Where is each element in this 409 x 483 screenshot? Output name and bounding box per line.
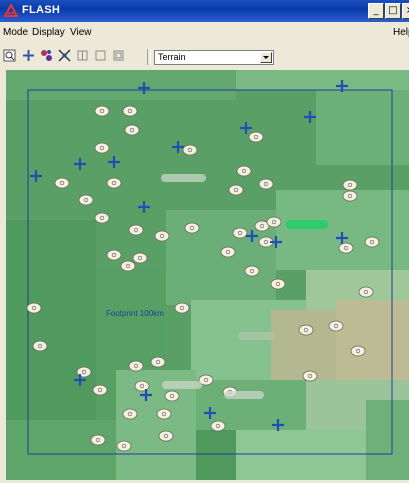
sensor-node-icon[interactable] xyxy=(248,131,264,143)
minimize-button[interactable]: _ xyxy=(368,3,384,19)
footprint-label: Footprint 100km xyxy=(106,309,164,318)
sensor-node-icon[interactable] xyxy=(106,249,122,261)
sensor-node-icon[interactable] xyxy=(90,434,106,446)
maximize-button[interactable]: □ xyxy=(385,3,401,19)
sensor-node-icon[interactable] xyxy=(158,430,174,442)
toolbar: Terrain xyxy=(0,46,409,68)
sensor-node-icon[interactable] xyxy=(236,165,252,177)
sensor-node-icon[interactable] xyxy=(174,302,190,314)
title-bar[interactable]: FLASH _ □ × xyxy=(0,0,409,22)
grid-tool-icon[interactable] xyxy=(76,49,89,62)
menu-view[interactable]: View xyxy=(70,27,92,38)
menu-help[interactable]: Help xyxy=(393,27,409,38)
sensor-node-icon[interactable] xyxy=(122,408,138,420)
window-title: FLASH xyxy=(22,4,61,16)
sensor-node-icon[interactable] xyxy=(232,227,248,239)
sensor-node-icon[interactable] xyxy=(302,370,318,382)
menu-display[interactable]: Display xyxy=(32,27,65,38)
sensor-node-icon[interactable] xyxy=(94,142,110,154)
sensor-node-icon[interactable] xyxy=(228,184,244,196)
terrain-tiles xyxy=(6,70,409,480)
sensor-node-icon[interactable] xyxy=(358,286,374,298)
sensor-node-icon[interactable] xyxy=(184,222,200,234)
track-label-blob xyxy=(161,174,206,182)
sensor-node-icon[interactable] xyxy=(350,345,366,357)
sensor-node-icon[interactable] xyxy=(92,384,108,396)
menu-bar: Mode Display View Help xyxy=(0,24,409,42)
chevron-down-icon[interactable] xyxy=(260,52,272,63)
sensor-node-icon[interactable] xyxy=(182,144,198,156)
sensor-node-icon[interactable] xyxy=(342,179,358,191)
sensor-node-icon[interactable] xyxy=(78,194,94,206)
sensor-node-icon[interactable] xyxy=(266,216,282,228)
close-button[interactable]: × xyxy=(402,3,409,19)
track-label-blob xyxy=(162,381,202,389)
link-tool-icon[interactable] xyxy=(58,49,71,62)
sensor-node-icon[interactable] xyxy=(164,390,180,402)
sensor-node-icon[interactable] xyxy=(132,252,148,264)
box-tool-icon[interactable] xyxy=(94,49,107,62)
terrain-map[interactable]: Footprint 100km xyxy=(6,70,409,480)
toolbar-separator xyxy=(147,49,151,65)
sensor-node-icon[interactable] xyxy=(32,340,48,352)
node-tool-icon[interactable] xyxy=(22,49,35,62)
sensor-node-icon[interactable] xyxy=(298,324,314,336)
sensor-node-icon[interactable] xyxy=(116,440,132,452)
sensor-node-icon[interactable] xyxy=(328,320,344,332)
layer-select[interactable]: Terrain xyxy=(154,50,274,65)
sensor-node-icon[interactable] xyxy=(150,356,166,368)
app-logo-icon xyxy=(4,4,18,17)
sensor-node-icon[interactable] xyxy=(210,420,226,432)
sensor-node-icon[interactable] xyxy=(54,177,70,189)
sensor-node-icon[interactable] xyxy=(364,236,380,248)
sensor-node-icon[interactable] xyxy=(154,230,170,242)
sensor-node-icon[interactable] xyxy=(26,302,42,314)
layer-select-value: Terrain xyxy=(158,52,186,62)
sensor-node-icon[interactable] xyxy=(122,105,138,117)
sensor-node-icon[interactable] xyxy=(244,265,260,277)
sensor-node-icon[interactable] xyxy=(124,124,140,136)
menu-mode[interactable]: Mode xyxy=(3,27,28,38)
sensor-node-icon[interactable] xyxy=(270,278,286,290)
sensor-node-icon[interactable] xyxy=(120,260,136,272)
zoom-tool-icon[interactable] xyxy=(3,49,16,62)
frame-tool-icon[interactable] xyxy=(112,49,125,62)
sensor-node-icon[interactable] xyxy=(94,212,110,224)
sensor-node-icon[interactable] xyxy=(342,190,358,202)
map-canvas[interactable]: Footprint 100km xyxy=(6,70,409,480)
sensor-node-icon[interactable] xyxy=(156,408,172,420)
sensor-node-icon[interactable] xyxy=(258,178,274,190)
sensor-node-icon[interactable] xyxy=(338,242,354,254)
flash-window: FLASH _ □ × Mode Display View Help xyxy=(0,0,409,483)
sensor-node-icon[interactable] xyxy=(128,360,144,372)
sensor-node-icon[interactable] xyxy=(128,224,144,236)
track-label-blob xyxy=(224,391,264,399)
sensor-node-icon[interactable] xyxy=(220,246,236,258)
sensor-node-icon[interactable] xyxy=(94,105,110,117)
sensor-node-icon[interactable] xyxy=(106,177,122,189)
track-label-blob xyxy=(238,332,276,340)
cluster-tool-icon[interactable] xyxy=(40,49,53,62)
track-label-highlighted[interactable] xyxy=(286,220,328,229)
